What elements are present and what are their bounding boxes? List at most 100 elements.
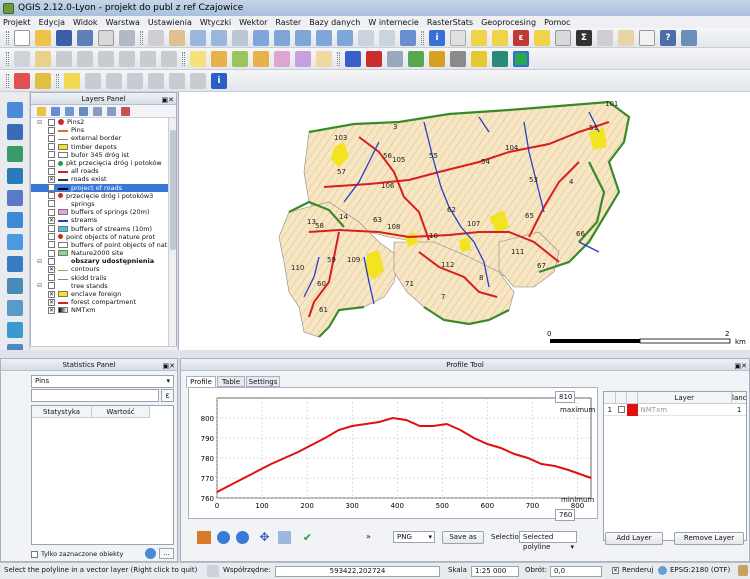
select-by-expression-icon[interactable] — [492, 29, 508, 46]
add-layer-button[interactable]: Add Layer — [605, 532, 663, 545]
add-ring-icon[interactable] — [85, 72, 101, 89]
toggle-editing-icon[interactable] — [35, 50, 51, 67]
layer-item[interactable]: ✕ forest compartment — [31, 298, 176, 306]
layer-item[interactable]: springs — [31, 200, 176, 208]
raster-info-icon[interactable] — [345, 50, 361, 67]
layer-visibility-checkbox[interactable]: ✕ — [48, 184, 55, 192]
pan-hand-icon[interactable] — [169, 29, 185, 46]
layer-table-col-visible[interactable] — [616, 392, 627, 403]
tab-table[interactable]: Table — [217, 376, 245, 387]
panel-float-close-icon[interactable]: ▣✕ — [735, 360, 747, 372]
layer-visibility-checkbox[interactable] — [48, 151, 55, 159]
layer-visibility-checkbox[interactable] — [48, 200, 55, 208]
layer-visibility-checkbox[interactable] — [48, 134, 55, 142]
pin-labels-icon[interactable] — [232, 50, 248, 67]
zoom-full-icon[interactable] — [253, 29, 269, 46]
composer-manager-icon[interactable] — [119, 29, 135, 46]
identify-icon[interactable]: i — [429, 29, 445, 46]
menu-geoprocesing[interactable]: Geoprocesing — [481, 18, 536, 27]
field-calculator-icon[interactable]: Σ — [576, 29, 592, 46]
menu-widok[interactable]: Widok — [73, 18, 98, 27]
open-project-icon[interactable] — [35, 29, 51, 46]
bookmark-icon[interactable] — [379, 29, 395, 46]
layer-item[interactable]: Nature2000 site — [31, 249, 176, 257]
format-select[interactable]: PNG ▾ — [393, 531, 435, 543]
layer-item[interactable]: ✕ roads exist — [31, 175, 176, 183]
layer-visibility-checkbox[interactable]: ✕ — [48, 290, 55, 298]
grid-tool-icon[interactable] — [14, 72, 30, 89]
layer-item[interactable]: ✕ contours — [31, 265, 176, 273]
layer-visibility-checkbox[interactable] — [48, 167, 55, 175]
split-features-icon[interactable] — [190, 72, 206, 89]
add-part-icon[interactable] — [106, 72, 122, 89]
layer-item[interactable]: ⊟ obszary udostępnienia — [31, 257, 176, 265]
collapse-all-icon[interactable] — [107, 106, 116, 116]
delete-selected-icon[interactable] — [140, 50, 156, 67]
messages-icon[interactable] — [738, 565, 748, 576]
checkbox-box[interactable] — [31, 550, 38, 558]
toolbar-grip[interactable] — [337, 51, 340, 66]
layer-row-color-swatch[interactable] — [626, 404, 638, 416]
new-print-composer-icon[interactable] — [98, 29, 114, 46]
select-features-icon[interactable] — [471, 29, 487, 46]
selection-select[interactable]: Selected polyline ▾ — [519, 531, 577, 551]
menu-bazy-danych[interactable]: Bazy danych — [309, 18, 360, 27]
reshape-icon[interactable] — [169, 72, 185, 89]
map-tips-icon[interactable] — [618, 29, 634, 46]
layer-visibility-checkbox[interactable] — [48, 159, 55, 167]
layer-item[interactable]: buffers of springs (20m) — [31, 208, 176, 216]
crs-globe-icon[interactable] — [658, 566, 667, 575]
layer-visibility-checkbox[interactable]: ✕ — [48, 298, 55, 306]
layer-visibility-checkbox[interactable] — [48, 282, 55, 290]
plugin-d-icon[interactable] — [492, 50, 508, 67]
add-wcs-layer-icon[interactable] — [7, 256, 23, 272]
add-oracle-layer-icon[interactable] — [7, 212, 23, 228]
scrollbar-thumb[interactable] — [170, 130, 176, 250]
profile-icon[interactable] — [387, 50, 403, 67]
layer-table-col-band[interactable]: lanc — [732, 392, 747, 403]
expand-toggle-icon[interactable]: ⊟ — [37, 282, 44, 289]
zoom-selection-icon[interactable] — [274, 29, 290, 46]
add-wfs-layer-icon[interactable] — [7, 278, 23, 294]
info-icon[interactable]: i — [211, 72, 227, 89]
new-project-icon[interactable] — [14, 29, 30, 46]
layer-item[interactable]: ⊟ Pins2 — [31, 118, 176, 126]
pencil-icon[interactable] — [35, 72, 51, 89]
profile-tool-icon[interactable] — [513, 50, 529, 67]
add-mssql-layer-icon[interactable] — [7, 190, 23, 206]
add-virtual-layer-icon[interactable] — [7, 322, 23, 338]
toolbar-grip[interactable] — [56, 73, 59, 88]
checkbox-box[interactable] — [617, 406, 625, 413]
layer-item[interactable]: timber depots — [31, 143, 176, 151]
expression-button[interactable]: ε — [161, 389, 174, 402]
menu-wektor[interactable]: Wektor — [239, 18, 267, 27]
max-value-field[interactable]: 810 — [555, 391, 575, 403]
change-label-icon[interactable] — [316, 50, 332, 67]
deselect-icon[interactable] — [534, 29, 550, 46]
layer-visibility-checkbox[interactable] — [48, 274, 55, 282]
add-vector-layer-icon[interactable] — [7, 102, 23, 118]
layer-item[interactable]: ✕ NMTxm — [31, 306, 176, 314]
layer-table-col-color[interactable] — [627, 392, 638, 403]
annotation-icon[interactable] — [639, 29, 655, 46]
coordinate-field[interactable]: 593422,202724 — [275, 566, 440, 577]
menu-warstwa[interactable]: Warstwa — [106, 18, 140, 27]
layer-row-visible[interactable] — [616, 404, 627, 415]
render-checkbox[interactable]: ✕ — [612, 567, 619, 574]
new-map-view-icon[interactable] — [358, 29, 374, 46]
layer-visibility-checkbox[interactable] — [48, 225, 55, 233]
layer-visibility-checkbox[interactable] — [48, 257, 55, 265]
refresh-icon[interactable] — [400, 29, 416, 46]
layer-table-col-layer[interactable]: Layer — [638, 392, 732, 403]
mouse-coordinates-icon[interactable] — [207, 565, 219, 577]
layer-item[interactable]: Pins — [31, 126, 176, 134]
panel-float-close-icon[interactable]: ▣✕ — [162, 94, 174, 106]
rotate-label-icon[interactable] — [295, 50, 311, 67]
pin-icon[interactable] — [366, 50, 382, 67]
layer-item[interactable]: external border — [31, 134, 176, 142]
layer-visibility-checkbox[interactable] — [48, 118, 55, 126]
layer-table-row[interactable]: 1 NMTxm 1 — [604, 404, 746, 416]
layer-visibility-checkbox[interactable] — [48, 192, 55, 200]
layer-visibility-checkbox[interactable]: ✕ — [48, 216, 55, 224]
add-group-icon[interactable] — [51, 106, 60, 116]
